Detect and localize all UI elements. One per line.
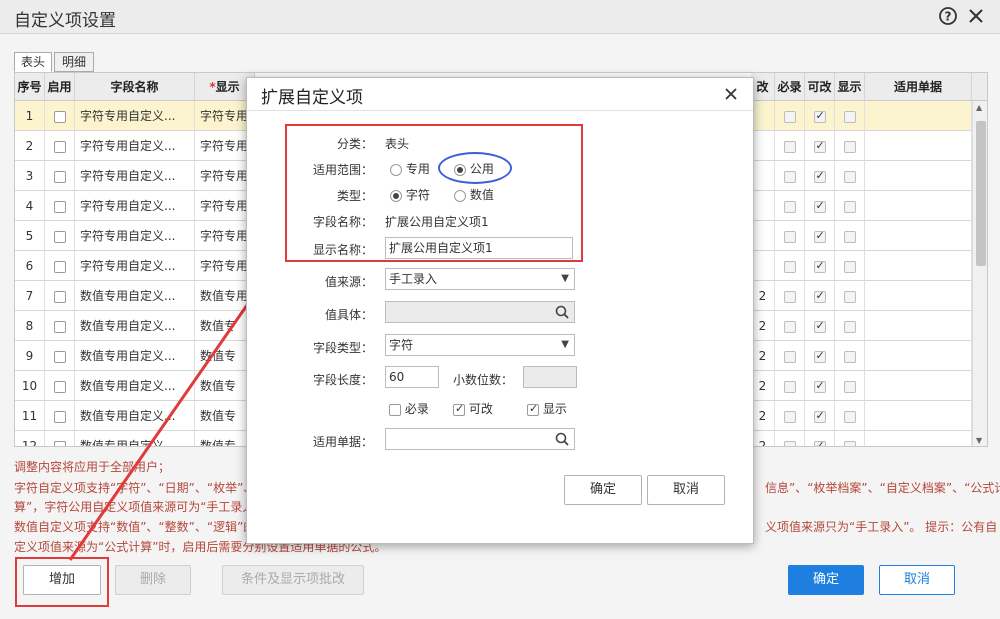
source-select[interactable]: 手工录入 ▼ — [385, 268, 575, 290]
extend-custom-item-dialog: 扩展自定义项 分类： 表头 适用范围： 专用 公用 类型： 字符 数值 字段名称… — [246, 77, 754, 544]
decimal-label: 小数位数： — [452, 373, 513, 387]
category-value: 表头 — [385, 137, 410, 151]
radio-char[interactable] — [390, 189, 402, 202]
applicable-input[interactable] — [385, 428, 575, 450]
type-number-radio[interactable]: 数值 — [454, 186, 494, 203]
radio-private[interactable] — [390, 163, 402, 176]
editable-checkbox-box[interactable] — [453, 402, 465, 416]
scope-label: 适用范围： — [312, 163, 373, 177]
required-checkbox[interactable]: 必录 — [389, 400, 429, 417]
source-label: 值来源： — [324, 275, 373, 289]
search-icon[interactable] — [554, 431, 570, 447]
display-name-input[interactable]: 扩展公用自定义项1 — [385, 237, 573, 259]
category-label: 分类： — [336, 137, 373, 151]
length-input[interactable]: 60 — [385, 366, 439, 388]
radio-number[interactable] — [454, 189, 466, 202]
field-type-label: 字段类型： — [312, 341, 373, 355]
display-name-label: 显示名称： — [312, 243, 373, 257]
editable-checkbox[interactable]: 可改 — [453, 400, 493, 417]
chevron-down-icon: ▼ — [561, 339, 569, 350]
decimal-input[interactable] — [523, 366, 577, 388]
entity-input[interactable] — [385, 301, 575, 323]
field-type-select[interactable]: 字符 ▼ — [385, 334, 575, 356]
public-scope-highlight — [438, 152, 512, 184]
dialog-cancel-button[interactable]: 取消 — [647, 475, 725, 505]
entity-label: 值具体： — [324, 308, 373, 322]
show-checkbox-box[interactable] — [527, 402, 539, 416]
field-name-label: 字段名称： — [312, 215, 373, 229]
dialog-ok-button[interactable]: 确定 — [564, 475, 642, 505]
field-name-value: 扩展公用自定义项1 — [385, 215, 489, 229]
show-checkbox[interactable]: 显示 — [527, 400, 567, 417]
length-label: 字段长度： — [312, 373, 373, 387]
type-label: 类型： — [336, 189, 373, 203]
dialog-divider — [247, 110, 753, 111]
applicable-label: 适用单据： — [312, 435, 373, 449]
search-icon[interactable] — [554, 304, 570, 320]
chevron-down-icon: ▼ — [561, 273, 569, 284]
dialog-title: 扩展自定义项 — [261, 88, 363, 108]
required-checkbox-box[interactable] — [389, 403, 401, 416]
scope-private-radio[interactable]: 专用 — [390, 160, 430, 177]
type-char-radio[interactable]: 字符 — [390, 186, 430, 203]
close-icon[interactable] — [721, 84, 741, 104]
